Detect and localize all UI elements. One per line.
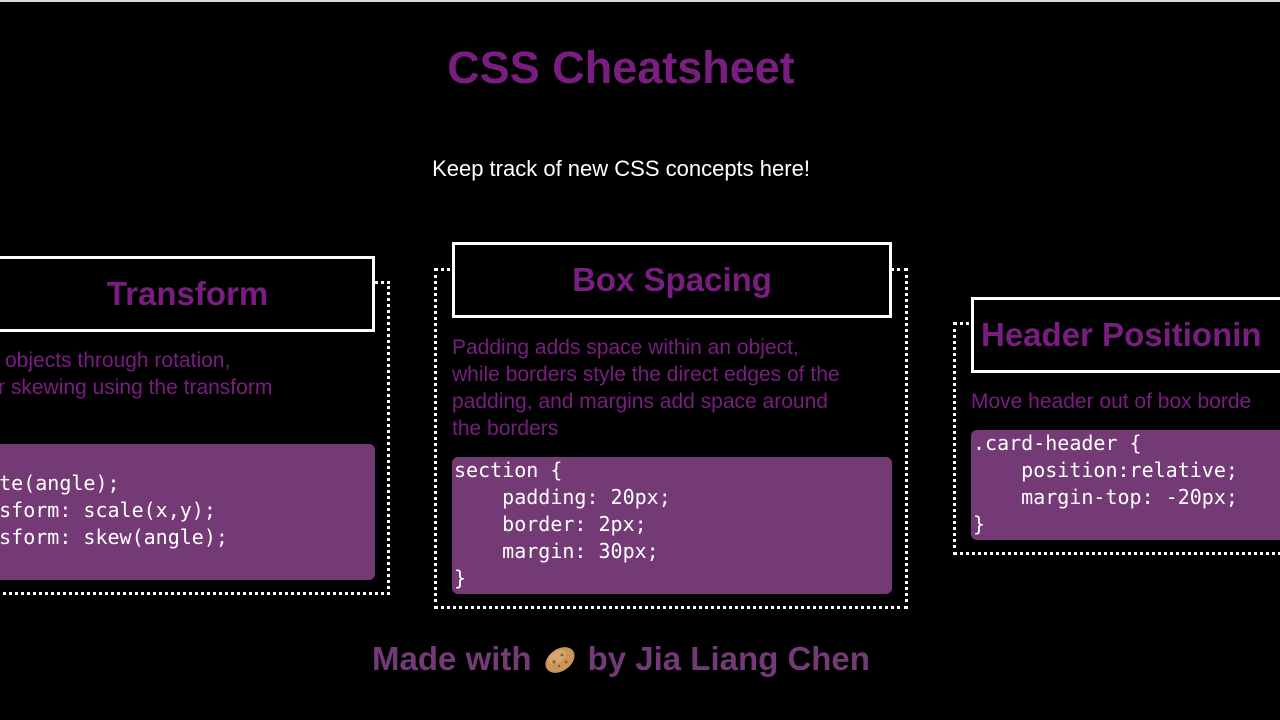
card-title: Box Spacing [572,261,772,298]
footer-suffix: by Jia Liang Chen [587,640,870,677]
card-header-positioning: Header Positionin Move header out of box… [953,297,1280,555]
page-subtitle: Keep track of new CSS concepts here! [432,156,810,181]
card-transform: Transform orm objects through rotation, … [0,256,390,595]
footer-prefix: Made with [372,640,532,677]
card-title: Header Positionin [981,316,1262,353]
page-title: CSS Cheatsheet [447,42,795,93]
card-header-box-spacing: Box Spacing [452,242,892,318]
footer: Made with by Jia Liang Chen [0,638,1242,680]
card-title: Transform [106,275,269,312]
card-description: Move header out of box borde [971,390,1252,413]
page: CSS Cheatsheet Keep track of new CSS con… [0,0,1280,720]
card-description: Padding adds space within an object, whi… [452,336,840,440]
code-block: otate(angle); ransform: scale(x,y); rans… [0,444,375,580]
code-block: section { padding: 20px; border: 2px; ma… [452,457,892,594]
card-header-transform: Transform [0,256,375,332]
card-description: orm objects through rotation, g, or skew… [0,349,273,399]
card-box-spacing: Box Spacing Padding adds space within an… [434,242,908,609]
code-block: .card-header { position:relative; margin… [971,430,1280,540]
potato-icon [542,642,578,673]
card-header-header-positioning: Header Positionin [971,297,1280,373]
